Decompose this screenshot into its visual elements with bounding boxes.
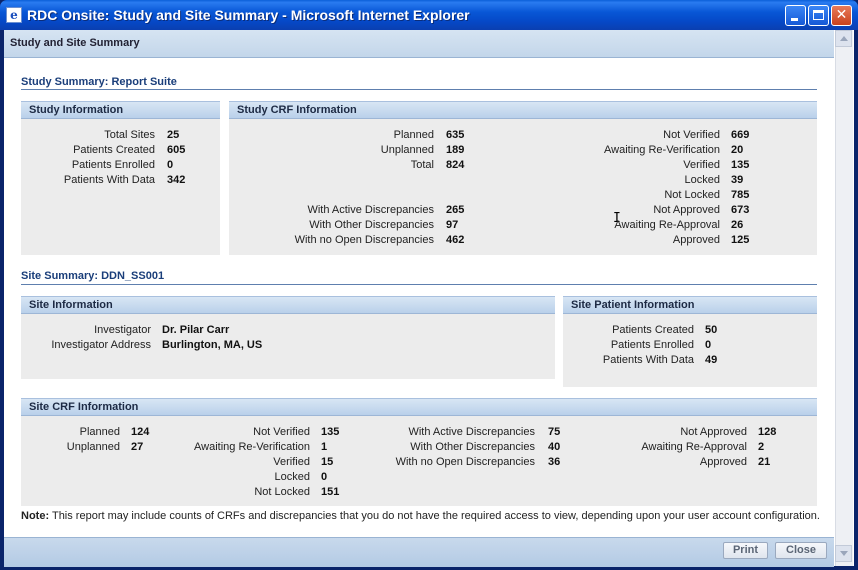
row-label: With Active Discrepancies: [307, 204, 434, 216]
row-value: 265: [446, 204, 465, 216]
row-label: With Active Discrepancies: [408, 426, 535, 438]
row-label: Total: [410, 159, 434, 171]
row-label: Patients Enrolled: [71, 159, 155, 171]
row-value: 97: [446, 219, 459, 231]
row-label: Not Verified: [253, 426, 310, 438]
row-value: 0: [167, 159, 174, 171]
row-value: Dr. Pilar Carr: [162, 324, 230, 336]
panel-heading: Study Information: [21, 101, 220, 119]
row-label: Not Approved: [680, 426, 747, 438]
row-label: Verified: [273, 456, 310, 468]
section-divider: [21, 284, 817, 285]
panel-heading: Site Information: [21, 296, 555, 314]
row-label: Patients Created: [612, 324, 694, 336]
row-label: Patients Created: [73, 144, 155, 156]
row-label: Verified: [683, 159, 720, 171]
close-icon: ✕: [835, 7, 848, 23]
row-value: 20: [731, 144, 744, 156]
row-label: With no Open Discrepancies: [395, 456, 535, 468]
scroll-down-arrow-icon[interactable]: [835, 545, 852, 562]
title-bar[interactable]: e RDC Onsite: Study and Site Summary - M…: [0, 0, 858, 30]
row-label: Planned: [393, 129, 434, 141]
browser-window: e RDC Onsite: Study and Site Summary - M…: [0, 0, 858, 570]
row-value: 673: [731, 204, 750, 216]
note-text: This report may include counts of CRFs a…: [51, 510, 820, 522]
row-value: 0: [705, 339, 712, 351]
row-value: 128: [758, 426, 777, 438]
row-label: With Other Discrepancies: [410, 441, 535, 453]
row-label: Total Sites: [104, 129, 155, 141]
row-value: 189: [446, 144, 465, 156]
note-label: Note:: [21, 510, 50, 522]
row-value: 824: [446, 159, 465, 171]
panel-heading: Site Patient Information: [563, 296, 817, 314]
vertical-scrollbar[interactable]: [835, 30, 853, 566]
row-label: With Other Discrepancies: [309, 219, 434, 231]
row-value: 0: [321, 471, 328, 483]
row-label: Approved: [672, 234, 720, 246]
row-value: 785: [731, 189, 750, 201]
row-value: 50: [705, 324, 718, 336]
row-label: Investigator: [94, 324, 151, 336]
row-value: 462: [446, 234, 465, 246]
row-value: 342: [167, 174, 186, 186]
row-label: With no Open Discrepancies: [294, 234, 434, 246]
row-value: 669: [731, 129, 750, 141]
minimize-button[interactable]: [785, 5, 806, 26]
row-value: 2: [758, 441, 765, 453]
row-label: Awaiting Re-Approval: [614, 219, 720, 231]
scroll-up-arrow-icon[interactable]: [835, 30, 852, 47]
row-label: Not Verified: [663, 129, 720, 141]
section-divider: [21, 89, 817, 90]
row-label: Patients With Data: [602, 354, 694, 366]
close-window-button[interactable]: ✕: [831, 5, 852, 26]
row-value: Burlington, MA, US: [162, 339, 263, 351]
row-label: Not Approved: [653, 204, 720, 216]
row-value: 39: [731, 174, 744, 186]
panel-heading: Study CRF Information: [229, 101, 817, 119]
row-value: 25: [167, 129, 180, 141]
row-value: 605: [167, 144, 186, 156]
row-value: 26: [731, 219, 744, 231]
panel-heading: Site CRF Information: [21, 398, 817, 416]
page-title: Study and Site Summary: [4, 30, 834, 58]
row-label: Approved: [699, 456, 747, 468]
row-value: 49: [705, 354, 718, 366]
page-content: Study and Site Summary Study Summary: Re…: [4, 30, 854, 567]
row-label: Investigator Address: [51, 339, 151, 351]
row-label: Not Locked: [254, 486, 310, 498]
row-value: 21: [758, 456, 771, 468]
footer-bar: Print Close: [4, 537, 834, 567]
window-title: RDC Onsite: Study and Site Summary - Mic…: [27, 7, 470, 23]
report-note: Note: This report may include counts of …: [21, 510, 820, 522]
row-value: 135: [731, 159, 750, 171]
row-value: 151: [321, 486, 340, 498]
study-summary-title: Study Summary: Report Suite: [21, 76, 177, 88]
row-label: Awaiting Re-Approval: [641, 441, 747, 453]
row-value: 635: [446, 129, 465, 141]
ie-page-icon: e: [6, 7, 22, 23]
row-label: Not Locked: [664, 189, 720, 201]
row-label: Awaiting Re-Verification: [604, 144, 720, 156]
maximize-button[interactable]: [808, 5, 829, 26]
row-label: Patients With Data: [63, 174, 155, 186]
close-button[interactable]: Close: [775, 542, 827, 559]
print-button[interactable]: Print: [723, 542, 768, 559]
row-label: Locked: [684, 174, 720, 186]
site-summary-title: Site Summary: DDN_SS001: [21, 270, 165, 282]
row-label: Locked: [274, 471, 310, 483]
row-label: Unplanned: [380, 144, 434, 156]
row-label: Patients Enrolled: [610, 339, 694, 351]
row-value: 125: [731, 234, 750, 246]
row-label: Awaiting Re-Verification: [194, 441, 310, 453]
